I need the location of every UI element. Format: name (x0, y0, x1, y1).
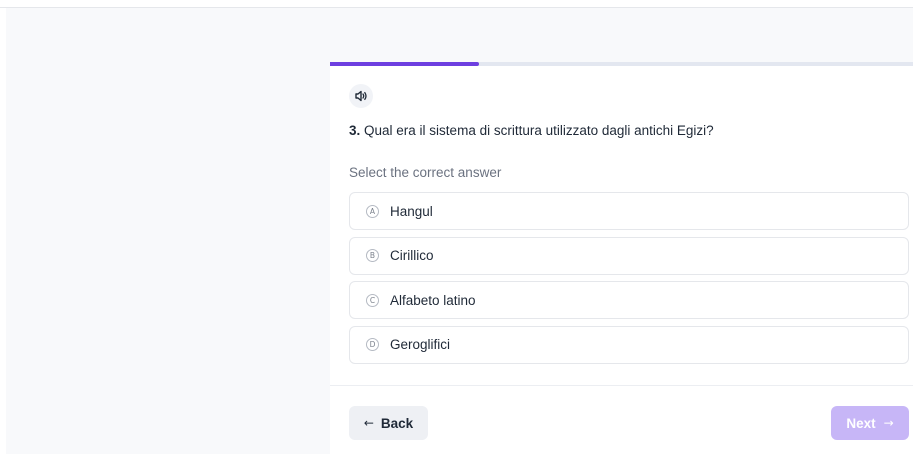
option-d[interactable]: D Geroglifici (349, 325, 909, 364)
answer-options: A Hangul B Cirillico C Alfabeto latino D… (349, 192, 909, 370)
back-button[interactable]: ← Back (349, 406, 428, 440)
arrow-left-icon: ← (363, 416, 374, 430)
option-letter: D (366, 338, 379, 351)
progress-bar-fill (330, 62, 479, 66)
top-bar (0, 0, 913, 8)
option-letter: C (366, 293, 379, 307)
progress-bar (330, 62, 913, 66)
speaker-icon (355, 90, 367, 102)
quiz-card: 3. Qual era il sistema di scrittura util… (330, 62, 913, 454)
next-button[interactable]: Next → (831, 406, 909, 440)
back-button-label: Back (380, 415, 414, 431)
option-letter: A (366, 204, 379, 218)
option-label: Hangul (390, 203, 433, 219)
option-c[interactable]: C Alfabeto latino (349, 281, 909, 319)
option-b[interactable]: B Cirillico (349, 236, 909, 275)
play-audio-button[interactable] (349, 84, 373, 108)
answer-hint: Select the correct answer (349, 165, 502, 180)
footer-divider (330, 385, 913, 386)
option-letter: B (366, 249, 379, 262)
option-a[interactable]: A Hangul (349, 192, 909, 230)
next-button-label: Next (846, 415, 876, 431)
option-label: Alfabeto latino (390, 292, 476, 308)
question-number: 3. (349, 123, 361, 138)
arrow-right-icon: → (883, 416, 894, 430)
question-body: Qual era il sistema di scrittura utilizz… (364, 123, 714, 138)
option-label: Cirillico (390, 248, 434, 263)
question-text: 3. Qual era il sistema di scrittura util… (349, 123, 909, 139)
option-label: Geroglifici (390, 337, 451, 352)
